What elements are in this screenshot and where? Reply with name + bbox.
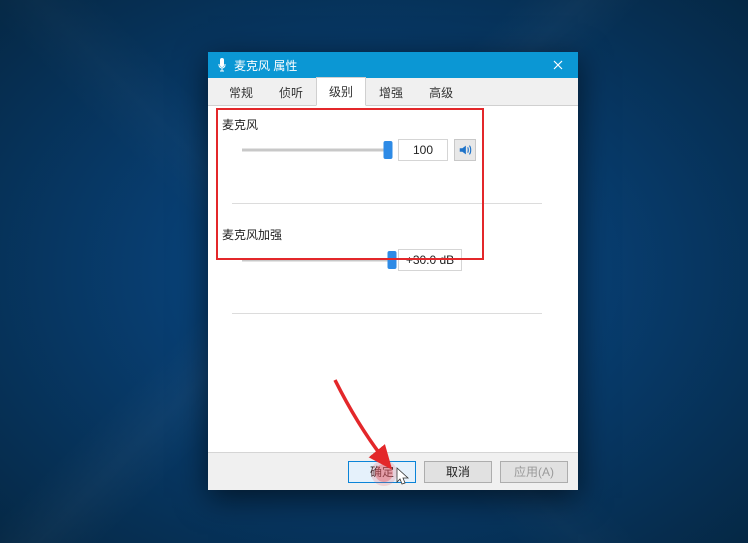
- dialog-footer: 确定 取消 应用(A): [208, 452, 578, 490]
- mic-boost-label: 麦克风加强: [222, 226, 564, 243]
- tab-advanced[interactable]: 高级: [416, 78, 466, 106]
- window-title: 麦克风 属性: [234, 57, 538, 74]
- tab-content-levels: 麦克风 100 麦克风加强: [208, 106, 578, 452]
- titlebar[interactable]: 麦克风 属性: [208, 52, 578, 78]
- annotation-cursor-icon: [396, 467, 410, 487]
- mic-level-label: 麦克风: [222, 116, 564, 133]
- mic-level-slider-thumb[interactable]: [383, 141, 392, 159]
- close-icon: [553, 60, 563, 70]
- mic-level-section: 麦克风 100: [222, 116, 564, 204]
- microphone-icon: [216, 58, 228, 72]
- cancel-button[interactable]: 取消: [424, 461, 492, 483]
- mic-boost-section: 麦克风加强 +30.0 dB: [222, 226, 564, 314]
- mic-level-value[interactable]: 100: [398, 139, 448, 161]
- tab-listen[interactable]: 侦听: [266, 78, 316, 106]
- close-button[interactable]: [538, 52, 578, 78]
- ok-button-label: 确定: [370, 463, 394, 480]
- apply-button: 应用(A): [500, 461, 568, 483]
- mic-mute-button[interactable]: [454, 139, 476, 161]
- tab-general[interactable]: 常规: [216, 78, 266, 106]
- mic-boost-value: +30.0 dB: [398, 249, 462, 271]
- microphone-properties-dialog: 麦克风 属性 常规 侦听 级别 增强 高级 麦克风 100: [208, 52, 578, 490]
- mic-level-slider[interactable]: [242, 140, 392, 160]
- mic-boost-slider-thumb[interactable]: [388, 251, 397, 269]
- tab-enhance[interactable]: 增强: [366, 78, 416, 106]
- tab-strip: 常规 侦听 级别 增强 高级: [208, 78, 578, 106]
- speaker-icon: [458, 143, 472, 157]
- mic-boost-slider[interactable]: [242, 250, 392, 270]
- tab-levels[interactable]: 级别: [316, 77, 366, 106]
